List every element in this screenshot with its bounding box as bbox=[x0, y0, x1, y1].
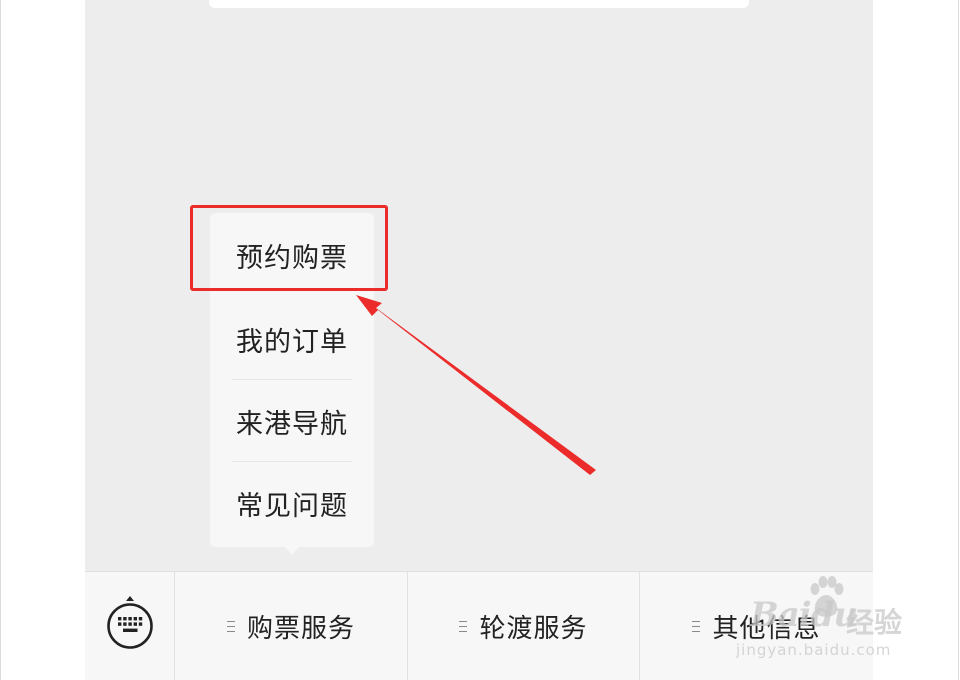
submenu-item-label: 来港导航 bbox=[236, 408, 348, 440]
menu-list-icon bbox=[459, 621, 468, 632]
menu-tab-ticket-service[interactable]: 购票服务 bbox=[175, 572, 408, 680]
submenu-item-my-orders[interactable]: 我的订单 bbox=[210, 299, 374, 379]
submenu-item-label: 我的订单 bbox=[236, 326, 348, 358]
message-card bbox=[209, 0, 749, 8]
annotation-highlight-box bbox=[190, 205, 388, 291]
menu-tab-ferry-service[interactable]: 轮渡服务 bbox=[408, 572, 640, 680]
menu-tab-label: 购票服务 bbox=[246, 614, 355, 644]
menu-list-icon bbox=[692, 621, 701, 632]
menu-tab-label: 轮渡服务 bbox=[479, 614, 588, 644]
popup-caret bbox=[284, 546, 300, 555]
watermark-suffix: 经验 bbox=[846, 606, 903, 639]
submenu-item-faq[interactable]: 常见问题 bbox=[210, 463, 374, 543]
page-border-right bbox=[958, 0, 959, 680]
menu-divider bbox=[232, 379, 352, 380]
watermark-url: jingyan.baidu.com bbox=[736, 641, 892, 659]
keyboard-icon bbox=[107, 596, 153, 649]
submenu-item-port-navigation[interactable]: 来港导航 bbox=[210, 381, 374, 461]
watermark-brand: Baidu bbox=[750, 595, 858, 635]
menu-list-icon bbox=[226, 621, 235, 632]
menu-divider bbox=[232, 461, 352, 462]
submenu-item-label: 常见问题 bbox=[236, 490, 348, 522]
watermark: Baidu 经验 jingyan.baidu.com bbox=[736, 575, 936, 665]
keyboard-toggle-button[interactable] bbox=[85, 572, 175, 680]
page-border-left bbox=[0, 0, 1, 680]
